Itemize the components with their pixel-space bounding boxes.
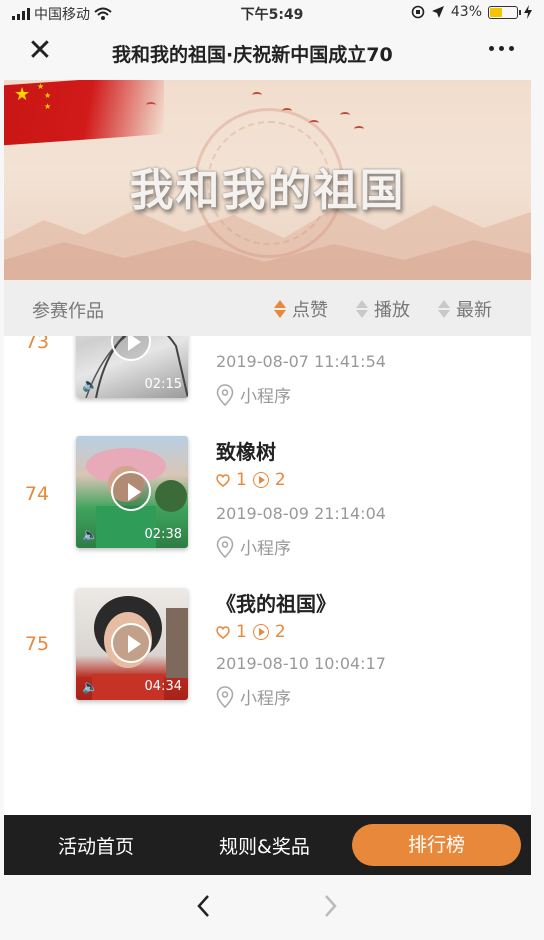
play-icon[interactable]	[111, 471, 151, 511]
close-icon[interactable]: ✕	[26, 36, 54, 66]
entry-date: 2019-08-09 21:14:04	[216, 504, 386, 523]
video-duration: 02:15	[144, 377, 182, 392]
entry-location: 小程序	[216, 684, 291, 709]
like-icon[interactable]	[216, 473, 230, 487]
charging-bolt-icon	[524, 5, 532, 19]
sort-arrows-icon	[356, 298, 368, 320]
list-item[interactable]: 74 🔈 02:38 致橡树 1 2 2019-08-09 21:14:04 小…	[4, 436, 531, 566]
location-pin-icon	[216, 383, 234, 406]
sort-bar: 参赛作品 点赞 播放 最新	[4, 280, 531, 336]
video-duration: 04:34	[144, 679, 182, 694]
sort-option-label: 最新	[456, 300, 492, 321]
back-arrow-icon[interactable]	[194, 893, 214, 919]
tab-rules-prizes[interactable]: 规则&奖品	[219, 832, 310, 859]
tab-home[interactable]: 活动首页	[58, 832, 134, 859]
bird-graphic	[146, 102, 156, 108]
entry-date: 2019-08-10 10:04:17	[216, 654, 386, 673]
entry-date: 2019-08-07 11:41:54	[216, 352, 386, 371]
bird-graphic	[340, 112, 350, 118]
rank-number: 74	[24, 483, 50, 505]
video-thumbnail[interactable]: 🔈 04:34	[76, 588, 188, 700]
browser-bar	[0, 875, 544, 940]
more-menu-icon[interactable]	[489, 46, 514, 51]
star-icon: ★	[37, 82, 45, 91]
sort-option-label: 播放	[374, 300, 410, 321]
location-arrow-icon	[431, 6, 444, 18]
location-pin-icon	[216, 535, 234, 558]
play-icon[interactable]	[111, 623, 151, 663]
main-content: ★ ★ ★ ★ 我和我的祖国 参赛作品 点赞 播放 最新 73 🔈 02:15 …	[4, 80, 531, 815]
location-label: 小程序	[240, 387, 291, 407]
list-item[interactable]: 73 🔈 02:15 2019-08-07 11:41:54 小程序	[4, 336, 531, 416]
star-icon: ★	[14, 84, 31, 105]
bird-graphic	[282, 108, 292, 114]
sort-arrows-icon	[438, 298, 450, 320]
banner: ★ ★ ★ ★ 我和我的祖国	[4, 80, 531, 280]
rank-number: 75	[24, 633, 50, 655]
entry-location: 小程序	[216, 382, 291, 407]
video-thumbnail[interactable]: 🔈 02:15	[76, 336, 188, 398]
page-title: 我和我的祖国·庆祝新中国成立70	[112, 44, 393, 66]
entry-location: 小程序	[216, 534, 291, 559]
star-icon: ★	[44, 102, 52, 111]
entry-list[interactable]: 73 🔈 02:15 2019-08-07 11:41:54 小程序 74 🔈 …	[4, 336, 531, 815]
location-label: 小程序	[240, 689, 291, 709]
play-count: 2	[274, 622, 286, 642]
like-count: 1	[236, 470, 247, 490]
entry-stats: 1 2	[216, 470, 286, 490]
like-count: 1	[236, 622, 247, 642]
bird-graphic	[309, 120, 319, 126]
list-item[interactable]: 75 🔈 04:34 《我的祖国》 1 2 2019-08-10 10:04:1…	[4, 588, 531, 718]
sort-option-likes[interactable]: 点赞	[274, 296, 328, 322]
entry-title: 《我的祖国》	[216, 592, 336, 616]
bird-graphic	[354, 126, 364, 132]
sort-option-plays[interactable]: 播放	[356, 296, 410, 322]
star-icon: ★	[44, 91, 52, 100]
forward-arrow-icon[interactable]	[320, 893, 340, 919]
banner-title: 我和我的祖国	[129, 165, 406, 216]
orientation-lock-icon	[411, 5, 425, 19]
video-duration: 02:38	[144, 527, 182, 542]
rank-number: 73	[24, 336, 50, 353]
entry-stats: 1 2	[216, 622, 286, 642]
location-label: 小程序	[240, 539, 291, 559]
nav-bar: ✕ 我和我的祖国·庆祝新中国成立70	[0, 26, 544, 80]
sort-option-latest[interactable]: 最新	[438, 296, 492, 322]
location-pin-icon	[216, 685, 234, 708]
entry-title: 致橡树	[216, 440, 276, 464]
play-count-icon	[252, 472, 269, 488]
status-bar: 中国移动 下午5:49 43%	[0, 0, 544, 26]
volume-icon: 🔈	[82, 680, 99, 695]
volume-icon: 🔈	[82, 378, 99, 393]
battery-percent: 43%	[450, 4, 482, 20]
play-count-icon	[252, 624, 269, 640]
volume-icon: 🔈	[82, 528, 99, 543]
like-icon[interactable]	[216, 625, 230, 639]
status-right: 43%	[411, 4, 532, 20]
play-count: 2	[274, 470, 286, 490]
video-thumbnail[interactable]: 🔈 02:38	[76, 436, 188, 548]
battery-icon	[488, 5, 521, 19]
bottom-tab-bar: 活动首页 规则&奖品 排行榜	[4, 815, 531, 875]
sort-option-label: 点赞	[292, 300, 328, 321]
bird-graphic	[252, 92, 262, 98]
sort-label: 参赛作品	[32, 301, 104, 322]
tab-leaderboard[interactable]: 排行榜	[352, 824, 521, 866]
sort-arrows-icon	[274, 298, 286, 320]
